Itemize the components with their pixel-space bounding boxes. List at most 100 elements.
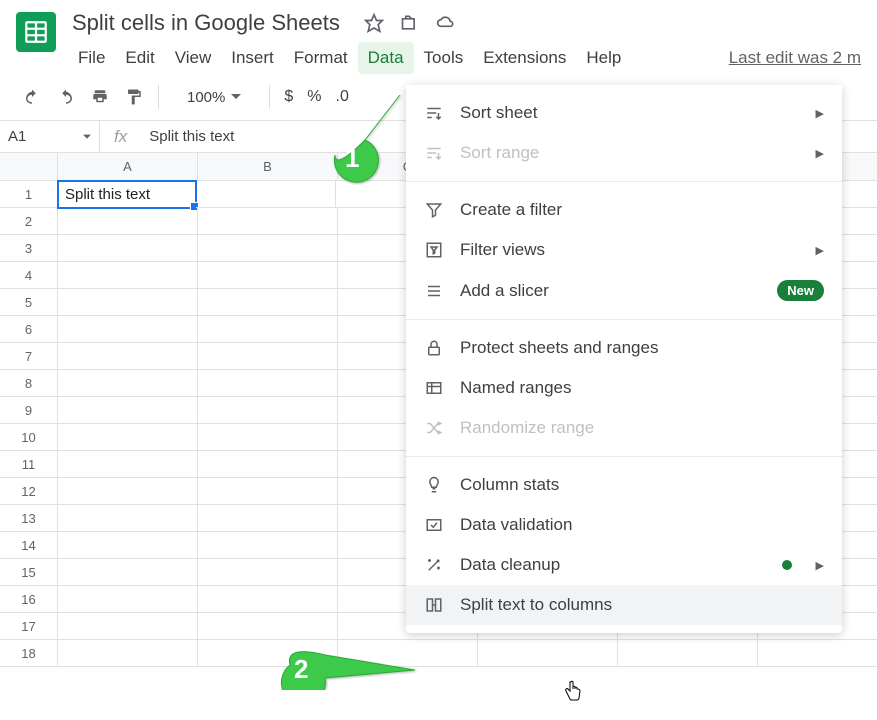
- menu-format[interactable]: Format: [284, 42, 358, 74]
- menu-filter-views[interactable]: Filter views ▶: [406, 230, 842, 270]
- row-header[interactable]: 7: [0, 343, 58, 370]
- cell[interactable]: [198, 478, 338, 505]
- cell[interactable]: [198, 424, 338, 451]
- cell[interactable]: [198, 370, 338, 397]
- cell-A1[interactable]: Split this text: [57, 180, 197, 209]
- cell[interactable]: [58, 613, 198, 640]
- row-header[interactable]: 3: [0, 235, 58, 262]
- menu-help[interactable]: Help: [576, 42, 631, 74]
- row-header[interactable]: 8: [0, 370, 58, 397]
- paint-format-button[interactable]: [118, 82, 150, 112]
- cell[interactable]: [58, 235, 198, 262]
- cell[interactable]: [198, 451, 338, 478]
- sort-sheet-icon: [424, 103, 444, 123]
- menu-tools[interactable]: Tools: [414, 42, 474, 74]
- submenu-arrow-icon: ▶: [816, 244, 824, 257]
- menu-view[interactable]: View: [165, 42, 222, 74]
- row-header[interactable]: 12: [0, 478, 58, 505]
- cell[interactable]: [196, 181, 336, 208]
- menu-sort-sheet[interactable]: Sort sheet ▶: [406, 93, 842, 133]
- doc-title[interactable]: Split cells in Google Sheets: [68, 8, 344, 38]
- cell[interactable]: [618, 640, 758, 667]
- cell[interactable]: [478, 640, 618, 667]
- select-all-corner[interactable]: [0, 153, 58, 181]
- menu-item-label: Sort sheet: [460, 103, 538, 123]
- row-header[interactable]: 15: [0, 559, 58, 586]
- col-header[interactable]: A: [58, 153, 198, 181]
- zoom-select[interactable]: 100%: [177, 85, 251, 110]
- cell[interactable]: [198, 235, 338, 262]
- menu-split-text-to-columns[interactable]: Split text to columns: [406, 585, 842, 625]
- cell[interactable]: [198, 289, 338, 316]
- menu-item-label: Data validation: [460, 515, 572, 535]
- cell[interactable]: [198, 559, 338, 586]
- cell[interactable]: [198, 397, 338, 424]
- star-icon[interactable]: [364, 13, 384, 33]
- undo-button[interactable]: [16, 82, 48, 112]
- row-header[interactable]: 11: [0, 451, 58, 478]
- cell[interactable]: [58, 559, 198, 586]
- name-box[interactable]: A1: [0, 121, 100, 152]
- cell[interactable]: [198, 343, 338, 370]
- move-icon[interactable]: [400, 13, 420, 33]
- cell[interactable]: [58, 451, 198, 478]
- cell[interactable]: [58, 532, 198, 559]
- data-menu-dropdown: Sort sheet ▶ Sort range ▶ Create a filte…: [406, 85, 842, 633]
- row-header[interactable]: 5: [0, 289, 58, 316]
- print-button[interactable]: [84, 82, 116, 112]
- menu-named-ranges[interactable]: Named ranges: [406, 368, 842, 408]
- redo-button[interactable]: [50, 82, 82, 112]
- cell[interactable]: [58, 640, 198, 667]
- cell[interactable]: [58, 316, 198, 343]
- menu-file[interactable]: File: [68, 42, 115, 74]
- last-edit-link[interactable]: Last edit was 2 m: [729, 48, 861, 68]
- cell[interactable]: [58, 208, 198, 235]
- cell[interactable]: [58, 343, 198, 370]
- cell[interactable]: [198, 262, 338, 289]
- menu-add-slicer[interactable]: Add a slicer New: [406, 270, 842, 311]
- row-header[interactable]: 9: [0, 397, 58, 424]
- cell[interactable]: [58, 478, 198, 505]
- cell[interactable]: [58, 424, 198, 451]
- menu-insert[interactable]: Insert: [221, 42, 284, 74]
- cell[interactable]: [58, 397, 198, 424]
- cell[interactable]: [198, 316, 338, 343]
- cell[interactable]: [58, 289, 198, 316]
- cell[interactable]: [198, 532, 338, 559]
- row-header[interactable]: 6: [0, 316, 58, 343]
- row-header[interactable]: 2: [0, 208, 58, 235]
- cloud-icon[interactable]: [436, 13, 456, 33]
- filter-icon: [424, 200, 444, 220]
- cell[interactable]: [58, 370, 198, 397]
- row-header[interactable]: 16: [0, 586, 58, 613]
- cell[interactable]: [198, 586, 338, 613]
- row-header[interactable]: 10: [0, 424, 58, 451]
- separator: [158, 85, 159, 109]
- cell[interactable]: [58, 262, 198, 289]
- row-header[interactable]: 13: [0, 505, 58, 532]
- cell[interactable]: [58, 505, 198, 532]
- menu-extensions[interactable]: Extensions: [473, 42, 576, 74]
- menu-data[interactable]: Data: [358, 42, 414, 74]
- menu-data-cleanup[interactable]: Data cleanup ▶: [406, 545, 842, 585]
- row-header[interactable]: 4: [0, 262, 58, 289]
- cell[interactable]: [58, 586, 198, 613]
- menu-create-filter[interactable]: Create a filter: [406, 190, 842, 230]
- row-header[interactable]: 14: [0, 532, 58, 559]
- row-header[interactable]: 17: [0, 613, 58, 640]
- fx-label: fx: [100, 127, 141, 147]
- menu-protect-sheets[interactable]: Protect sheets and ranges: [406, 328, 842, 368]
- menu-data-validation[interactable]: Data validation: [406, 505, 842, 545]
- cell[interactable]: [198, 208, 338, 235]
- cell[interactable]: [198, 505, 338, 532]
- currency-format[interactable]: $: [278, 88, 299, 106]
- row-header[interactable]: 18: [0, 640, 58, 667]
- shuffle-icon: [424, 418, 444, 438]
- cell[interactable]: [758, 640, 877, 667]
- sheets-logo[interactable]: [16, 12, 56, 52]
- menu-separator: [406, 456, 842, 457]
- col-header[interactable]: B: [198, 153, 338, 181]
- menu-column-stats[interactable]: Column stats: [406, 465, 842, 505]
- row-header[interactable]: 1: [0, 181, 58, 208]
- menu-edit[interactable]: Edit: [115, 42, 164, 74]
